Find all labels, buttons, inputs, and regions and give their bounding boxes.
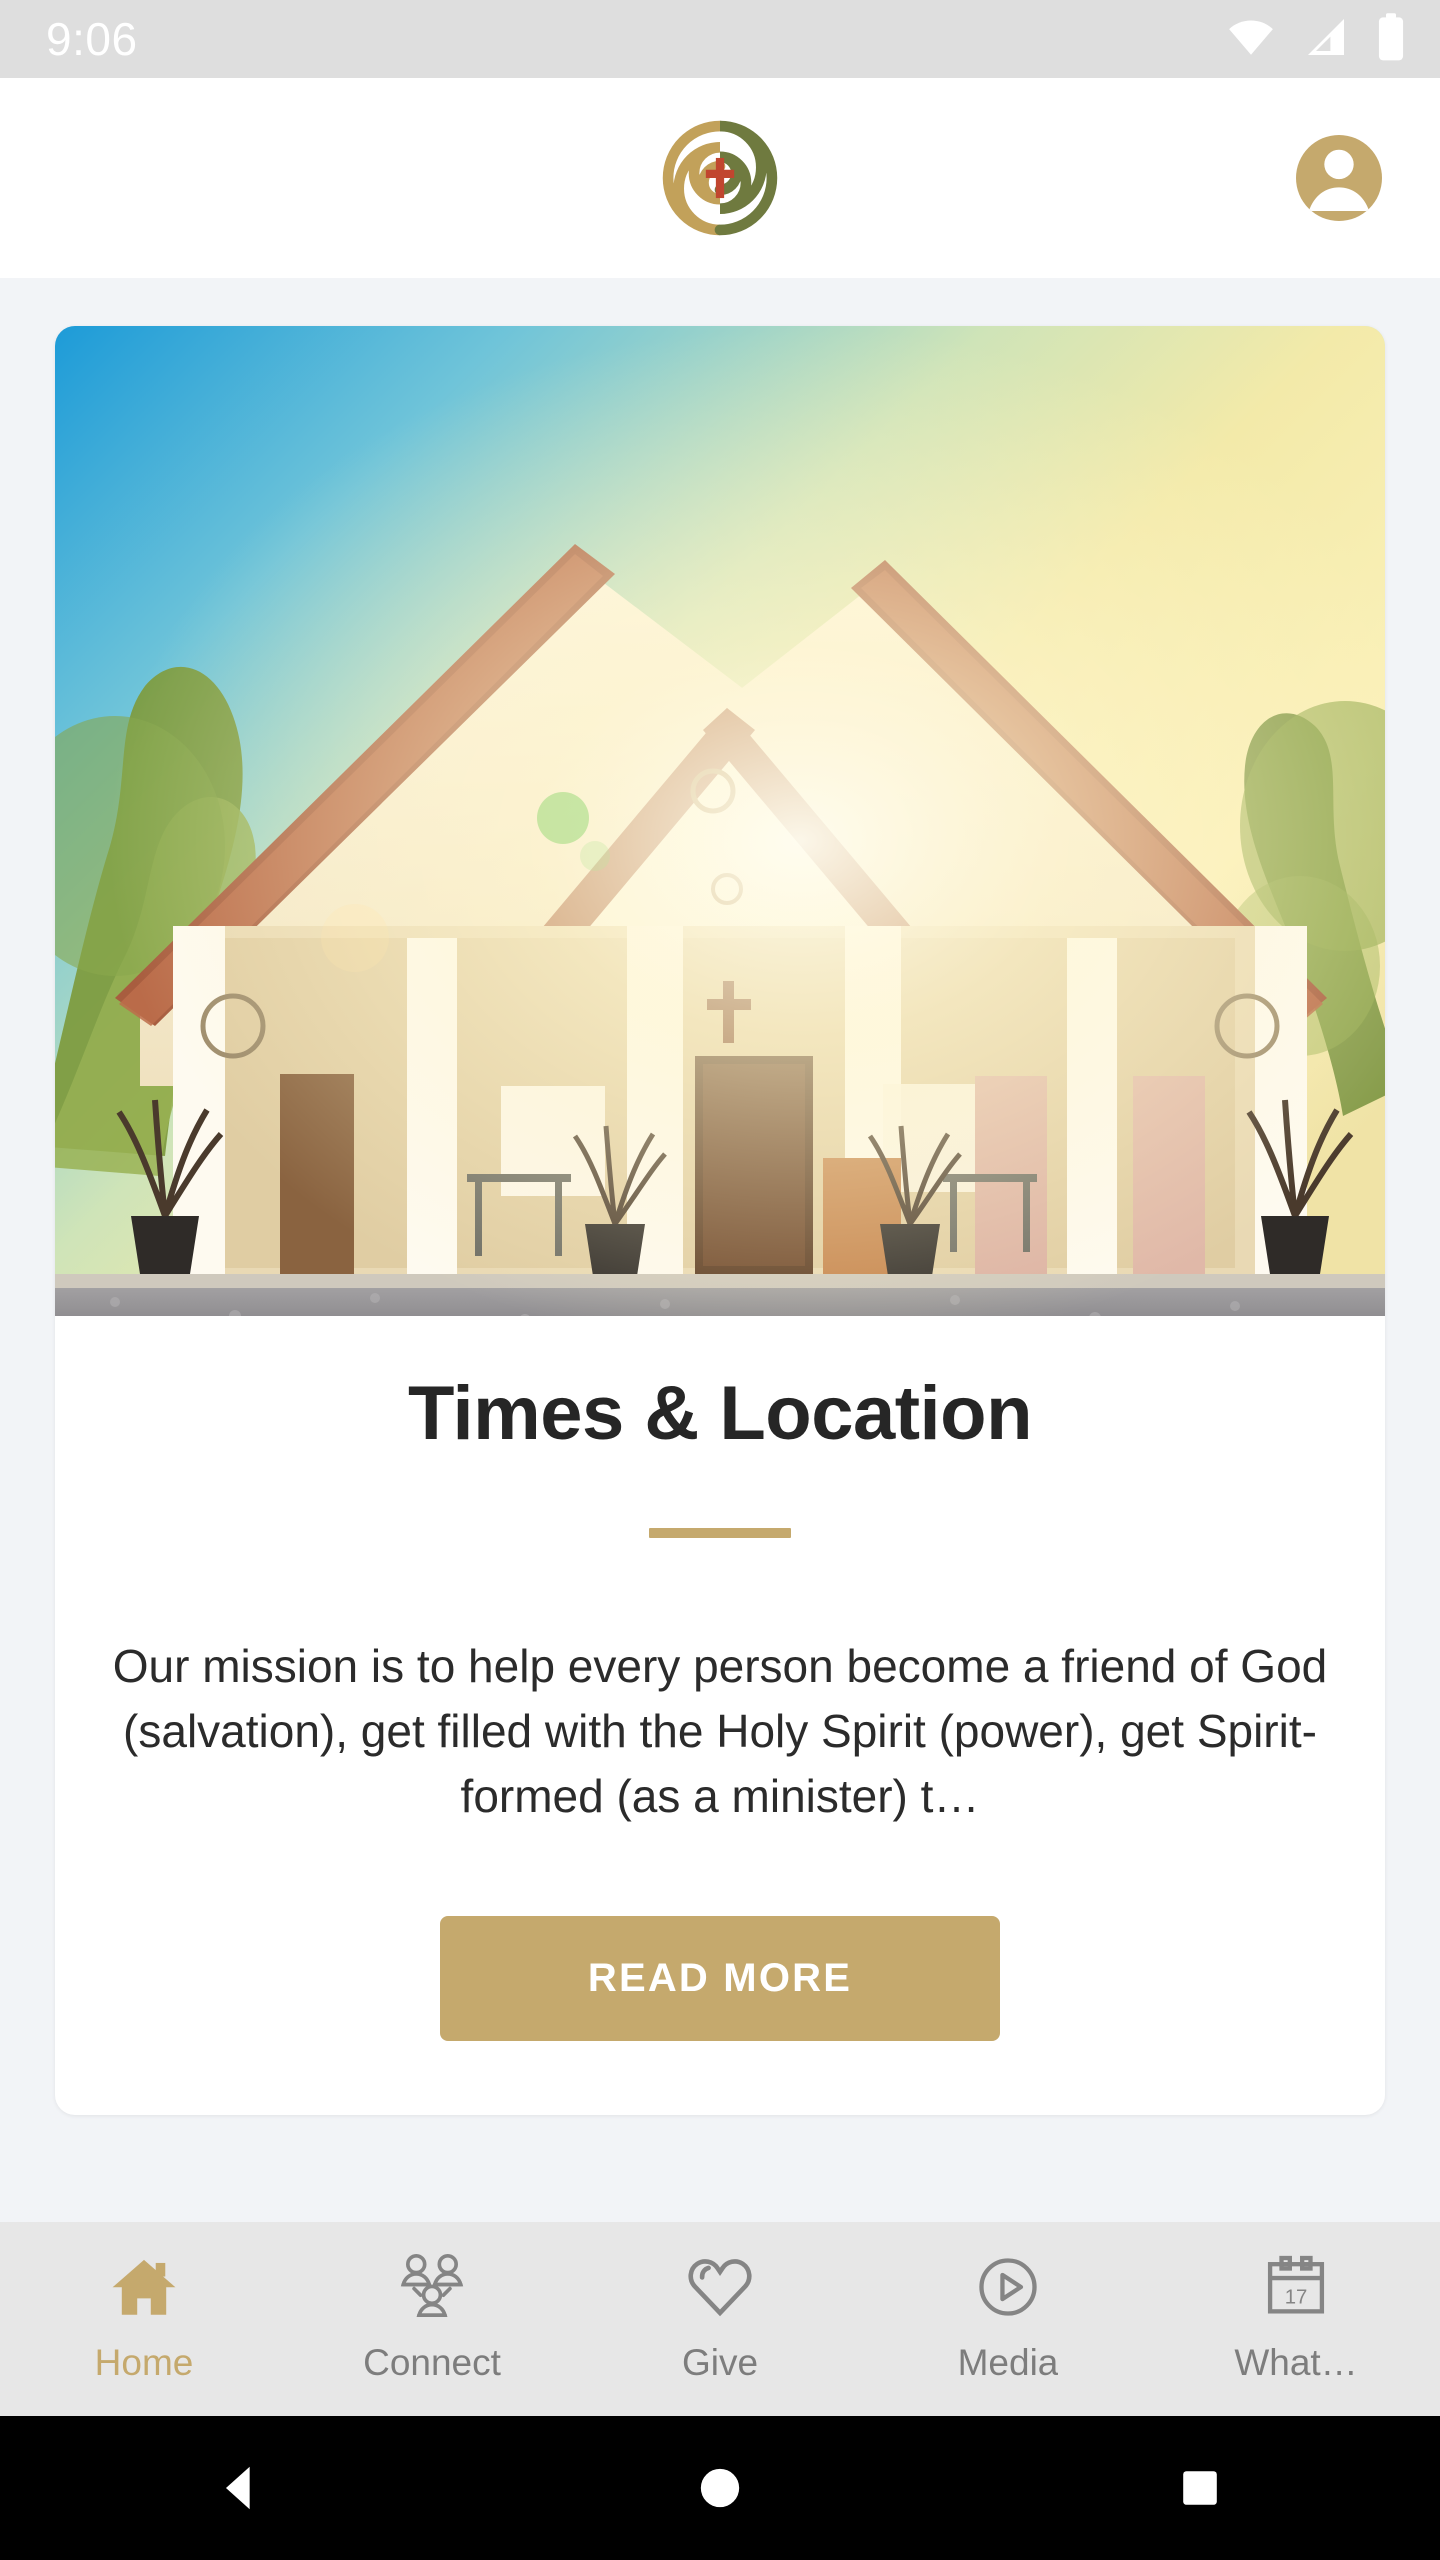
title-divider xyxy=(649,1527,791,1538)
times-location-card[interactable]: Times & Location Our mission is to help … xyxy=(55,326,1385,2115)
recents-button[interactable] xyxy=(1120,2416,1280,2560)
tab-media[interactable]: Media xyxy=(864,2248,1152,2384)
tab-give[interactable]: Give xyxy=(576,2248,864,2384)
page-title: Times & Location xyxy=(407,1371,1033,1456)
read-more-button[interactable]: READ MORE xyxy=(440,1915,1000,2041)
card-description: Our mission is to help every person beco… xyxy=(112,1639,1328,1823)
tab-label-home: Home xyxy=(94,2342,194,2383)
church-building-photo xyxy=(55,326,1385,1316)
battery-icon xyxy=(1376,12,1406,67)
church-logo xyxy=(661,119,779,237)
card-body: Times & Location Our mission is to help … xyxy=(55,1316,1385,2115)
tab-whats-happening[interactable]: 17 What… xyxy=(1152,2248,1440,2384)
tab-home[interactable]: Home xyxy=(0,2248,288,2384)
cellular-signal-icon xyxy=(1302,13,1350,66)
tab-label-media: Media xyxy=(957,2342,1059,2383)
tab-connect[interactable]: Connect xyxy=(288,2248,576,2384)
tab-label-connect: Connect xyxy=(363,2342,501,2383)
status-time: 9:06 xyxy=(46,13,138,65)
heart-icon xyxy=(683,2248,757,2326)
play-icon xyxy=(971,2248,1045,2326)
user-avatar[interactable] xyxy=(1296,135,1382,221)
phone-screen: 9:06 Times & Location Our mission is to … xyxy=(0,0,1440,2560)
back-button[interactable] xyxy=(160,2416,320,2560)
calendar-icon: 17 xyxy=(1259,2248,1333,2326)
wifi-icon xyxy=(1226,12,1276,67)
bottom-tab-bar: Home Connect Give Media 17 What… xyxy=(0,2222,1440,2416)
tab-label-give: Give xyxy=(681,2342,759,2383)
content-scroll-area[interactable]: Times & Location Our mission is to help … xyxy=(0,278,1440,2222)
group-icon xyxy=(394,2248,470,2326)
home-icon xyxy=(107,2248,181,2326)
app-header xyxy=(0,78,1440,278)
android-system-nav xyxy=(0,2416,1440,2560)
tab-label-whats-happening: What… xyxy=(1234,2342,1358,2383)
status-icons xyxy=(1226,12,1406,67)
home-button[interactable] xyxy=(640,2416,800,2560)
svg-text:17: 17 xyxy=(1285,2286,1308,2308)
status-bar: 9:06 xyxy=(0,0,1440,78)
